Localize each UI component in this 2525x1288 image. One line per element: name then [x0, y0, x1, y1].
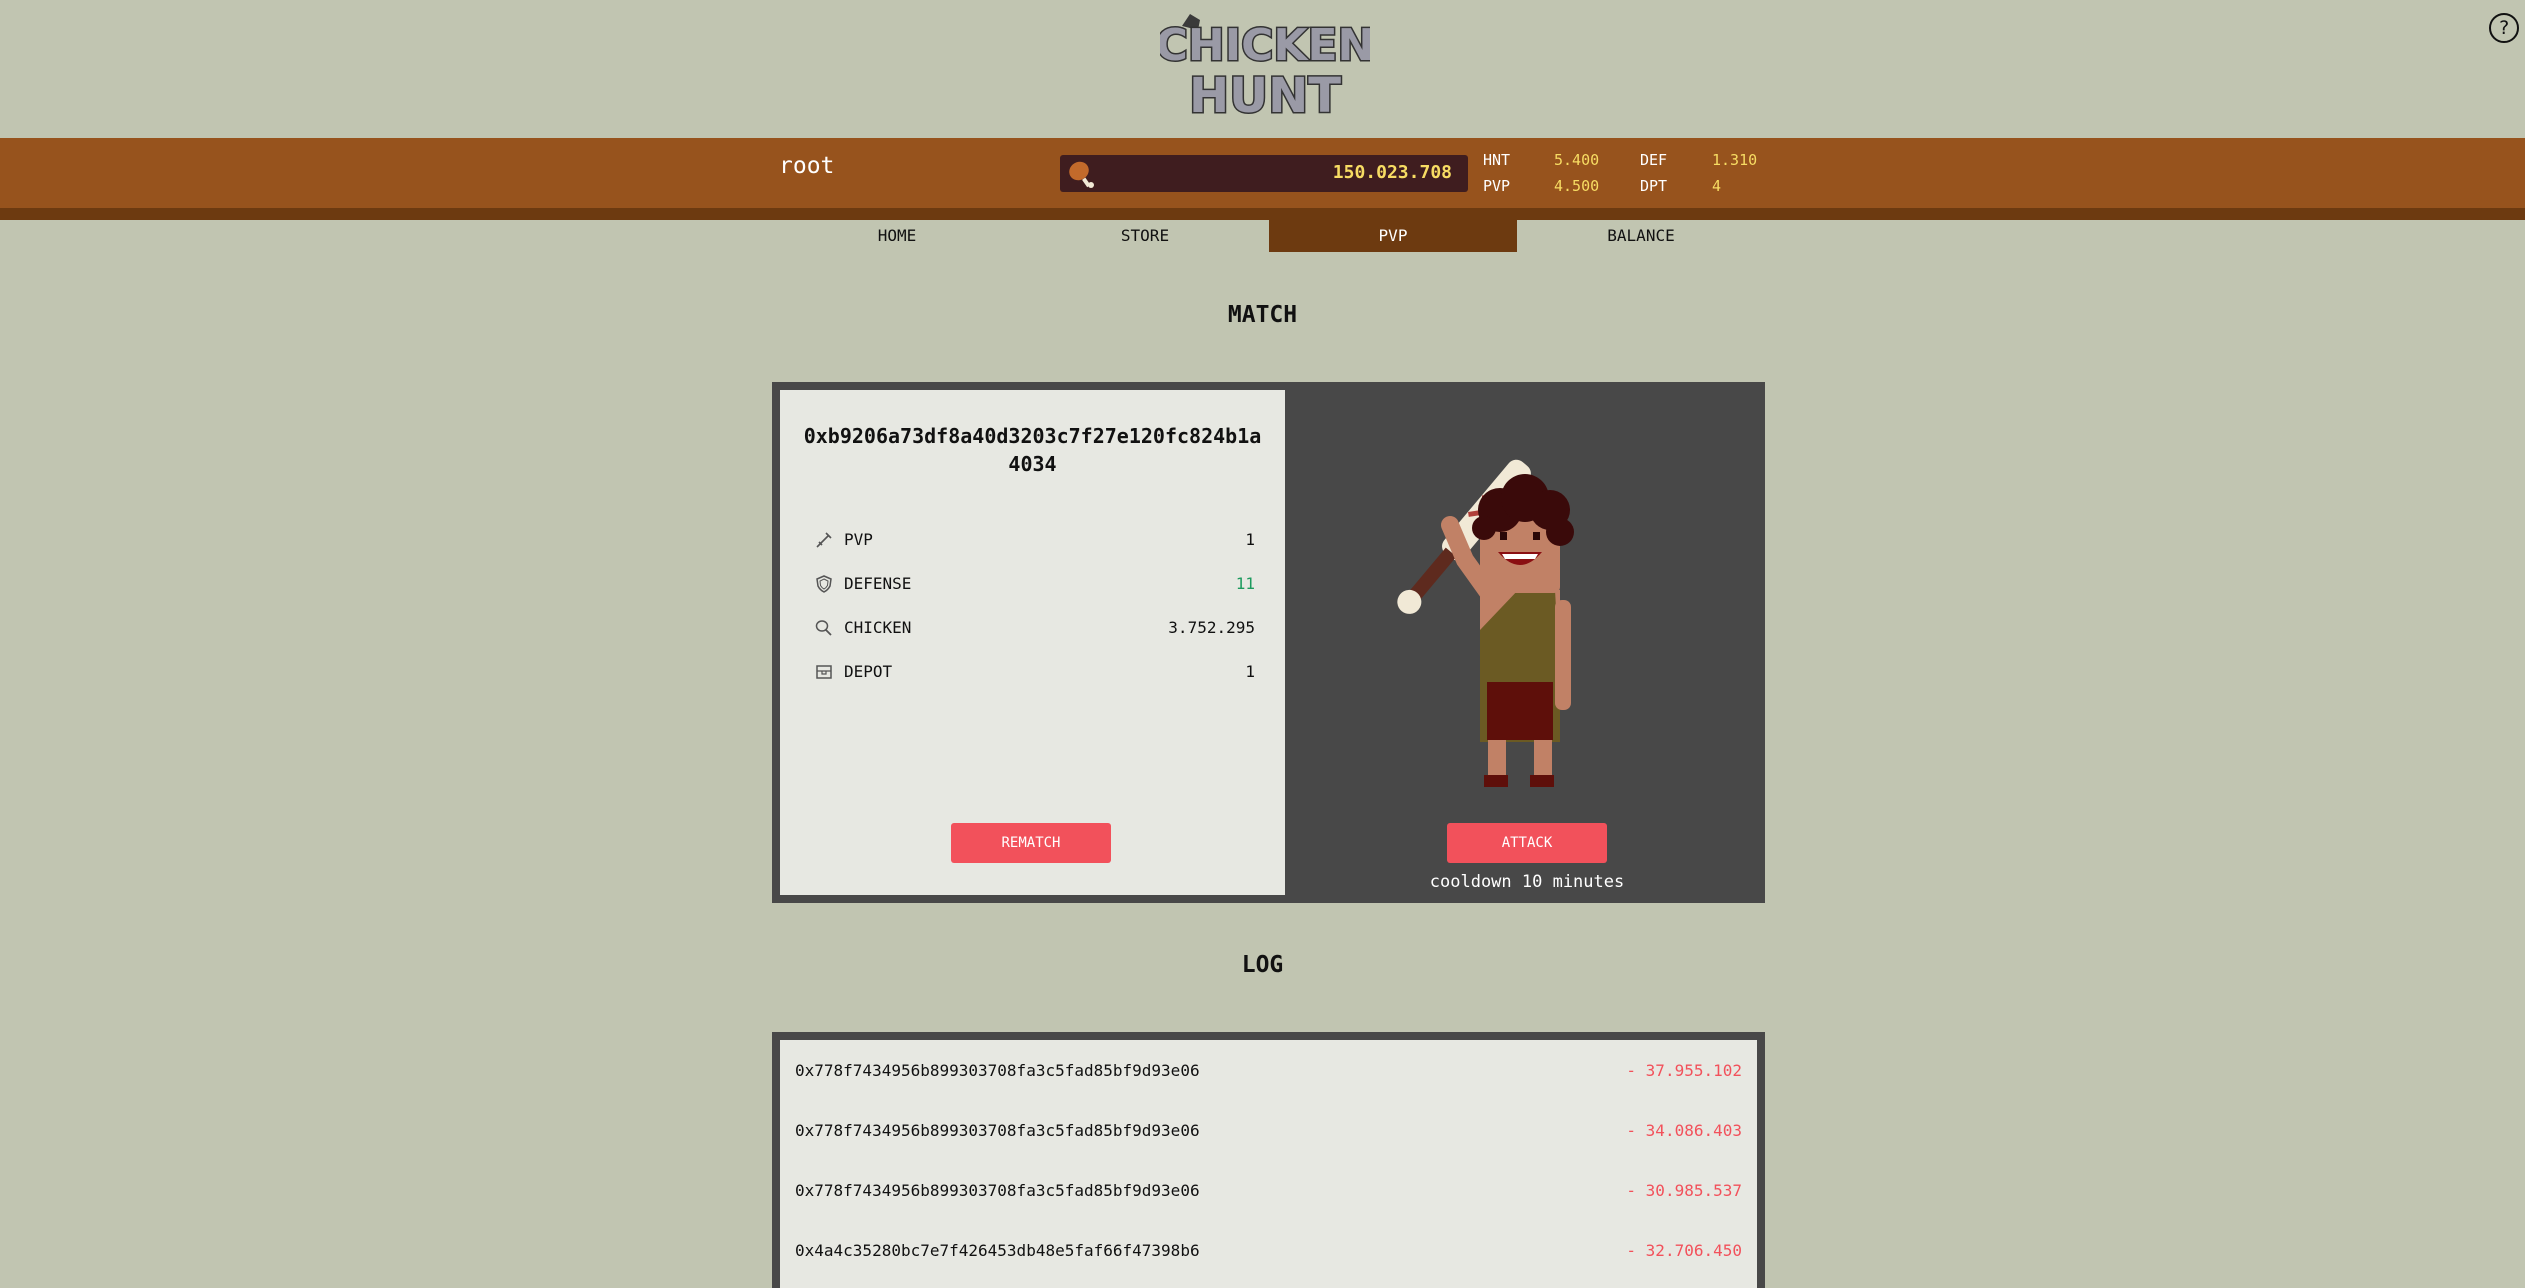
- attack-button[interactable]: ATTACK: [1447, 823, 1607, 863]
- stat-value-dpt: 4: [1712, 177, 1722, 195]
- stat-value: 3.752.295: [1168, 618, 1255, 637]
- balance-value: 150.023.708: [1332, 162, 1452, 183]
- log-entry: 0x778f7434956b899303708fa3c5fad85bf9d93e…: [795, 1179, 1742, 1205]
- log-amount: - 34.086.403: [1626, 1121, 1742, 1140]
- stat-label: DEFENSE: [844, 574, 912, 593]
- stat-value-hnt: 5.400: [1554, 151, 1600, 169]
- log-amount: - 37.955.102: [1626, 1061, 1742, 1080]
- opponent-address: 0xb9206a73df8a40d3203c7f27e120fc824b1a40…: [803, 424, 1262, 476]
- shield-icon: [816, 575, 832, 593]
- opponent-stat-defense: DEFENSE 11: [815, 572, 1255, 596]
- help-button[interactable]: ?: [2489, 13, 2519, 43]
- chicken-balance: 150.023.708: [1060, 155, 1468, 192]
- top-bar-stripe: [0, 208, 2525, 220]
- stat-label-hnt: HNT: [1483, 151, 1511, 169]
- logo-text-bottom: HUNT: [1189, 68, 1341, 123]
- stat-value: 11: [1235, 574, 1255, 593]
- log-address: 0x4a4c35280bc7e7f426453db48e5faf66f47398…: [795, 1241, 1200, 1260]
- opponent-stat-pvp: PVP 1: [815, 528, 1255, 552]
- nav-tabs: HOME STORE PVP BALANCE: [773, 220, 1765, 252]
- stat-label-pvp: PVP: [1483, 177, 1511, 195]
- log-amount: - 30.985.537: [1626, 1181, 1742, 1200]
- tab-store[interactable]: STORE: [1021, 220, 1269, 252]
- rematch-button[interactable]: REMATCH: [951, 823, 1111, 863]
- stat-value-def: 1.310: [1712, 151, 1758, 169]
- sword-icon: [816, 532, 832, 548]
- log-title: LOG: [1241, 952, 1284, 978]
- opponent-panel: 0xb9206a73df8a40d3203c7f27e120fc824b1a40…: [780, 390, 1285, 895]
- logo-text-top: CHICKEN: [1160, 20, 1370, 71]
- stat-label-def: DEF: [1640, 151, 1668, 169]
- username: root: [779, 153, 835, 179]
- drumstick-icon: [1069, 161, 1094, 188]
- log-address: 0x778f7434956b899303708fa3c5fad85bf9d93e…: [795, 1181, 1200, 1200]
- log-list: 0x778f7434956b899303708fa3c5fad85bf9d93e…: [780, 1040, 1757, 1288]
- stat-value: 1: [1245, 530, 1255, 549]
- stat-label-dpt: DPT: [1640, 177, 1668, 195]
- log-entry: 0x778f7434956b899303708fa3c5fad85bf9d93e…: [795, 1059, 1742, 1085]
- drumstick-icon: [815, 620, 832, 636]
- tab-pvp[interactable]: PVP: [1269, 220, 1517, 252]
- log-address: 0x778f7434956b899303708fa3c5fad85bf9d93e…: [795, 1121, 1200, 1140]
- tab-balance[interactable]: BALANCE: [1517, 220, 1765, 252]
- stat-value-pvp: 4.500: [1554, 177, 1600, 195]
- match-title: MATCH: [1227, 302, 1298, 328]
- tab-home[interactable]: HOME: [773, 220, 1021, 252]
- caveman-character: [1397, 459, 1574, 787]
- log-entry: 0x778f7434956b899303708fa3c5fad85bf9d93e…: [795, 1119, 1742, 1145]
- stat-label: PVP: [844, 530, 873, 549]
- opponent-stat-depot: DEPOT 1: [815, 660, 1255, 684]
- stat-label: DEPOT: [844, 662, 893, 681]
- stat-label: CHICKEN: [844, 618, 912, 637]
- cooldown-text: cooldown 10 minutes: [1429, 872, 1625, 892]
- log-amount: - 32.706.450: [1626, 1241, 1742, 1260]
- log-address: 0x778f7434956b899303708fa3c5fad85bf9d93e…: [795, 1061, 1200, 1080]
- depot-icon: [816, 665, 832, 679]
- opponent-stat-chicken: CHICKEN 3.752.295: [815, 616, 1255, 640]
- log-entry: 0x4a4c35280bc7e7f426453db48e5faf66f47398…: [795, 1239, 1742, 1265]
- stat-value: 1: [1245, 662, 1255, 681]
- chicken-hunt-logo: CHICKEN HUNT: [1160, 14, 1370, 123]
